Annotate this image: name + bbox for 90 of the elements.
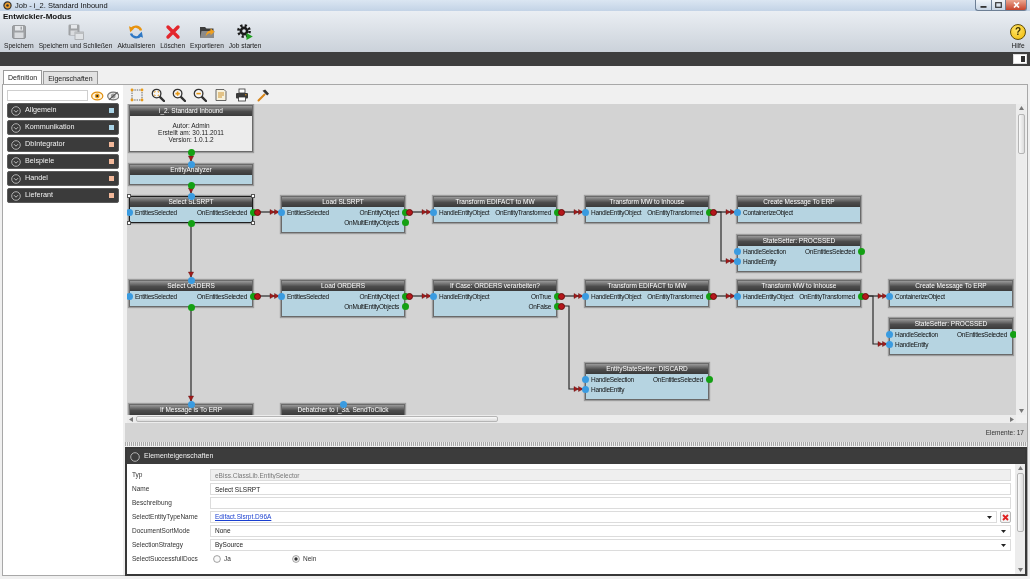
connector-arrow — [259, 293, 280, 299]
connector-arrow — [188, 225, 194, 278]
zoom-fit-icon[interactable] — [151, 87, 165, 102]
scrollbar-thumb[interactable] — [1017, 114, 1025, 154]
horizontal-scrollbar[interactable] — [127, 415, 1016, 423]
circular-arrows-icon — [128, 24, 145, 40]
port-dot[interactable] — [885, 340, 893, 348]
port-dot[interactable] — [127, 292, 133, 300]
port-dot[interactable] — [581, 292, 589, 300]
port-dot[interactable] — [581, 385, 589, 393]
port-dot[interactable] — [429, 208, 437, 216]
port-dot[interactable] — [249, 208, 257, 216]
scrollbar-thumb[interactable] — [136, 416, 498, 422]
port-dot[interactable] — [733, 247, 741, 255]
text-field[interactable] — [210, 497, 1011, 509]
port-dot[interactable] — [885, 330, 893, 338]
vertical-scrollbar[interactable] — [1016, 104, 1026, 415]
selection-handle[interactable] — [251, 221, 255, 225]
port-dot[interactable] — [187, 160, 195, 168]
port-dot[interactable] — [705, 375, 713, 383]
cross-icon — [164, 24, 181, 40]
cross-icon — [1002, 513, 1009, 521]
crossed-eye-icon[interactable] — [106, 90, 119, 101]
eye-icon[interactable] — [91, 90, 104, 101]
port-dot[interactable] — [187, 400, 195, 408]
port-dot[interactable] — [277, 208, 285, 216]
mode-title: Entwickler-Modus — [3, 12, 72, 22]
app-icon — [3, 1, 12, 10]
maximize-icon — [995, 2, 1002, 8]
clear-button[interactable] — [1000, 511, 1011, 523]
arrow-up-icon[interactable] — [1017, 466, 1023, 470]
port-dot[interactable] — [277, 292, 285, 300]
minimize-button[interactable] — [975, 0, 991, 11]
connector-arrow — [411, 293, 432, 299]
connector-arrow — [188, 154, 194, 162]
splitter-handle[interactable] — [125, 442, 1027, 446]
radio-button[interactable] — [213, 555, 221, 563]
hammer-icon[interactable] — [256, 87, 270, 102]
close-icon — [1012, 2, 1020, 8]
selection-handle[interactable] — [127, 221, 131, 225]
port-dot[interactable] — [857, 247, 865, 255]
selection-handle[interactable] — [127, 194, 131, 198]
arrow-down-icon[interactable] — [1017, 568, 1023, 572]
port-dot[interactable] — [401, 302, 409, 310]
port-dot[interactable] — [127, 208, 133, 216]
note-icon[interactable] — [214, 87, 228, 102]
question-mark-icon: ? — [1010, 24, 1026, 40]
port-dot[interactable] — [429, 292, 437, 300]
zoom-out-icon[interactable] — [193, 87, 207, 102]
caret-down-icon — [1001, 529, 1006, 533]
port-dot[interactable] — [187, 219, 195, 227]
arrow-up-icon[interactable] — [1018, 106, 1024, 110]
search-field[interactable] — [7, 90, 88, 101]
close-button[interactable] — [1006, 0, 1027, 11]
arrow-left-icon[interactable] — [129, 416, 133, 422]
vertical-scrollbar[interactable] — [1015, 464, 1025, 574]
printer-icon[interactable] — [235, 87, 249, 102]
selection-handle[interactable] — [251, 194, 255, 198]
zoom-in-icon[interactable] — [172, 87, 186, 102]
port-dot[interactable] — [1009, 330, 1016, 338]
gear-play-icon — [237, 24, 254, 40]
folder-arrow-icon — [198, 24, 215, 40]
arrow-down-icon[interactable] — [1018, 409, 1024, 413]
port-dot[interactable] — [187, 148, 195, 156]
caret-down-icon — [987, 515, 992, 519]
port-dot[interactable] — [401, 218, 409, 226]
port-dot[interactable] — [885, 292, 893, 300]
port-dot[interactable] — [733, 292, 741, 300]
connector-arrow — [259, 209, 280, 215]
arrow-right-icon[interactable] — [1010, 416, 1014, 422]
ring-icon[interactable] — [130, 451, 140, 462]
port-dot[interactable] — [187, 303, 195, 311]
port-dot[interactable] — [187, 181, 195, 189]
port-dot[interactable] — [187, 276, 195, 284]
radio-button[interactable] — [292, 555, 300, 563]
connector-arrow — [563, 293, 584, 299]
connector-arrow — [715, 293, 736, 299]
panel-layout-icon[interactable] — [1013, 54, 1027, 64]
caret-down-icon — [1001, 543, 1006, 547]
port-dot[interactable] — [187, 192, 195, 200]
scrollbar-thumb[interactable] — [1016, 473, 1024, 532]
port-dot[interactable] — [249, 292, 257, 300]
port-dot[interactable] — [733, 257, 741, 265]
connector-arrow — [411, 209, 432, 215]
port-dot[interactable] — [339, 400, 347, 408]
port-dot[interactable] — [581, 208, 589, 216]
port-dot[interactable] — [581, 375, 589, 383]
floppy-disk-window-icon — [67, 24, 84, 40]
port-dot[interactable] — [733, 208, 741, 216]
connector-arrow — [563, 209, 584, 215]
